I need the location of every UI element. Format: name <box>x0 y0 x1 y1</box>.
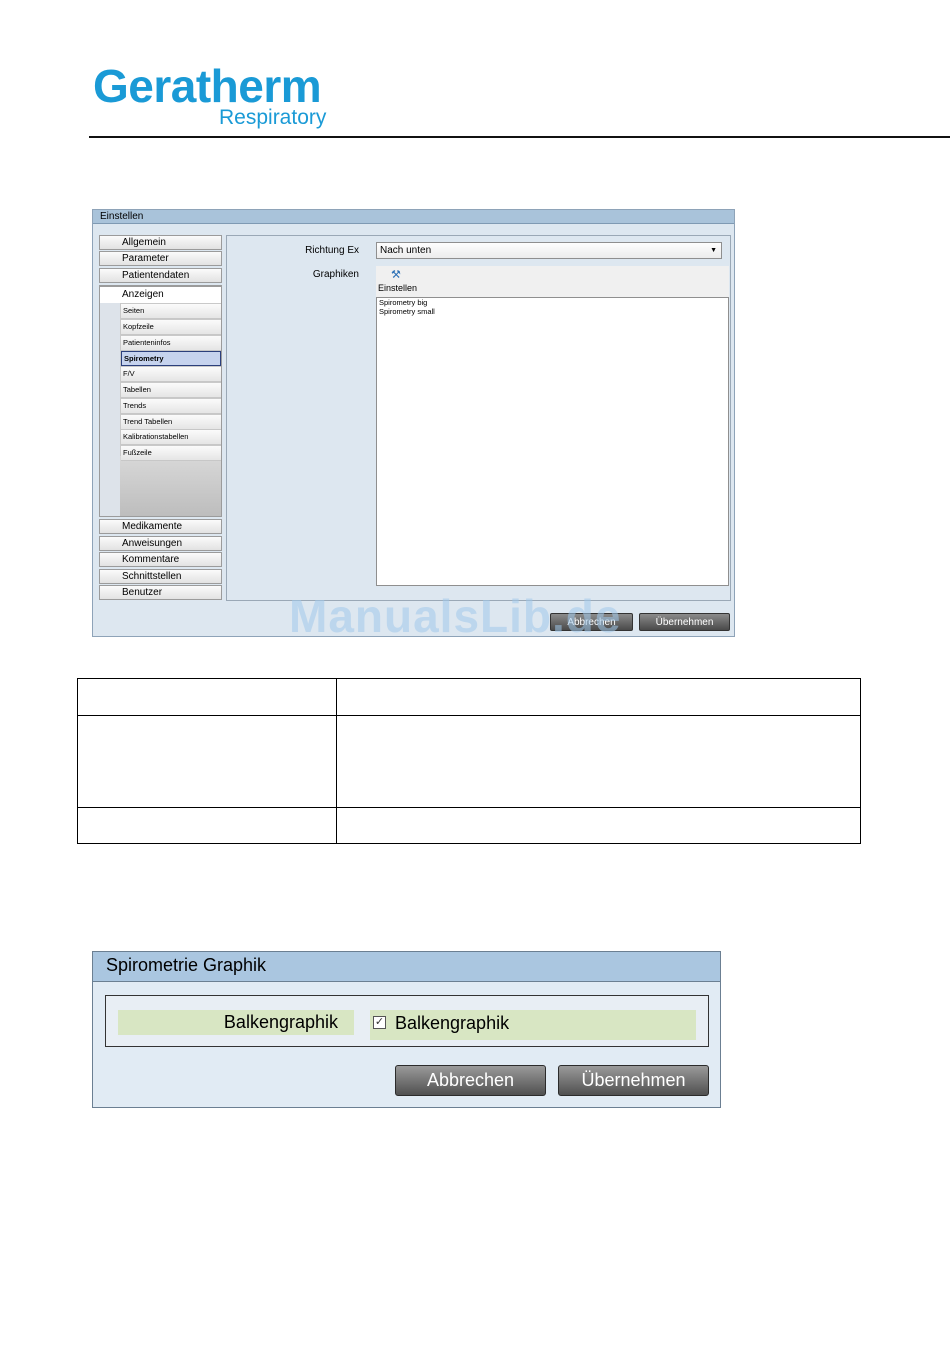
spirometrie-graphik-dialog: Spirometrie Graphik Balkengraphik ✓ Balk… <box>92 951 721 1108</box>
nav-sub-kalibrationstabellen[interactable]: Kalibrationstabellen <box>121 430 221 445</box>
graph-list: Spirometry big Spirometry small <box>376 297 729 586</box>
nav-sub-spirometry[interactable]: Spirometry <box>121 351 221 366</box>
nav-sub-fv[interactable]: F/V <box>121 367 221 382</box>
richtung-select[interactable]: Nach unten ▼ <box>376 242 722 259</box>
nav-sub-trends[interactable]: Trends <box>121 399 221 414</box>
nav-item-patientendaten[interactable]: Patientendaten <box>99 268 222 283</box>
nav-item-parameter[interactable]: Parameter <box>99 251 222 266</box>
nav-item-medikamente[interactable]: Medikamente <box>99 519 222 534</box>
balkengraphik-checkbox-row[interactable]: ✓ Balkengraphik <box>370 1010 696 1040</box>
logo-main-text: Geratherm <box>93 60 322 112</box>
nav-subgroup: Seiten Kopfzeile Patienteninfos Spiromet… <box>99 285 222 517</box>
dialog-title: Spirometrie Graphik <box>93 952 720 982</box>
nav-item-allgemein[interactable]: Allgemein <box>99 235 222 250</box>
graph-toolbar: ⚒ Einstellen <box>376 266 729 298</box>
nav-item-kommentare[interactable]: Kommentare <box>99 552 222 567</box>
graphiken-label: Graphiken <box>312 269 359 280</box>
nav-item-anweisungen[interactable]: Anweisungen <box>99 536 222 551</box>
wrench-icon[interactable]: ⚒ <box>391 268 401 281</box>
table-cell <box>77 678 337 716</box>
nav-item-schnittstellen[interactable]: Schnittstellen <box>99 569 222 584</box>
table-cell <box>336 807 861 844</box>
table-cell <box>77 807 337 844</box>
list-item[interactable]: Spirometry big <box>377 298 728 307</box>
header-rule <box>89 136 950 138</box>
table-cell <box>336 678 861 716</box>
window-title: Einstellen <box>93 210 734 224</box>
dialog-cancel-button[interactable]: Abbrechen <box>395 1065 546 1096</box>
nav-item-anzeigen[interactable]: Anzeigen <box>99 286 222 303</box>
toolbar-einstellen-label[interactable]: Einstellen <box>378 283 417 293</box>
nav-item-benutzer[interactable]: Benutzer <box>99 585 222 600</box>
nav-sub-trend-tabellen[interactable]: Trend Tabellen <box>121 415 221 430</box>
balkengraphik-label: Balkengraphik <box>223 1012 338 1032</box>
watermark: ManualsLib.de <box>289 590 622 642</box>
richtung-label: Richtung Ex <box>305 245 359 256</box>
table-cell <box>336 715 861 808</box>
nav-sub-patienteninfos[interactable]: Patienteninfos <box>121 336 221 351</box>
description-table <box>77 678 861 844</box>
dialog-field-group: Balkengraphik ✓ Balkengraphik <box>105 995 709 1047</box>
nav-sub-fusszeile[interactable]: Fußzeile <box>121 446 221 461</box>
dialog-apply-button[interactable]: Übernehmen <box>558 1065 709 1096</box>
nav-sub-seiten[interactable]: Seiten <box>121 304 221 319</box>
balkengraphik-checkbox[interactable]: ✓ <box>373 1016 386 1029</box>
nav-sub-kopfzeile[interactable]: Kopfzeile <box>121 320 221 335</box>
logo-sub-text: Respiratory <box>219 106 327 129</box>
settings-content-panel: Richtung Ex Graphiken Nach unten ▼ ⚒ Ein… <box>226 235 731 601</box>
table-cell <box>77 715 337 808</box>
settings-window: Einstellen Allgemein Parameter Patienten… <box>92 209 735 637</box>
richtung-select-value: Nach unten <box>380 245 432 256</box>
list-item[interactable]: Spirometry small <box>377 307 728 316</box>
chevron-down-icon: ▼ <box>710 247 717 254</box>
checkbox-label[interactable]: Balkengraphik <box>395 1012 509 1034</box>
nav-sub-tabellen[interactable]: Tabellen <box>121 383 221 398</box>
apply-button[interactable]: Übernehmen <box>639 613 730 631</box>
